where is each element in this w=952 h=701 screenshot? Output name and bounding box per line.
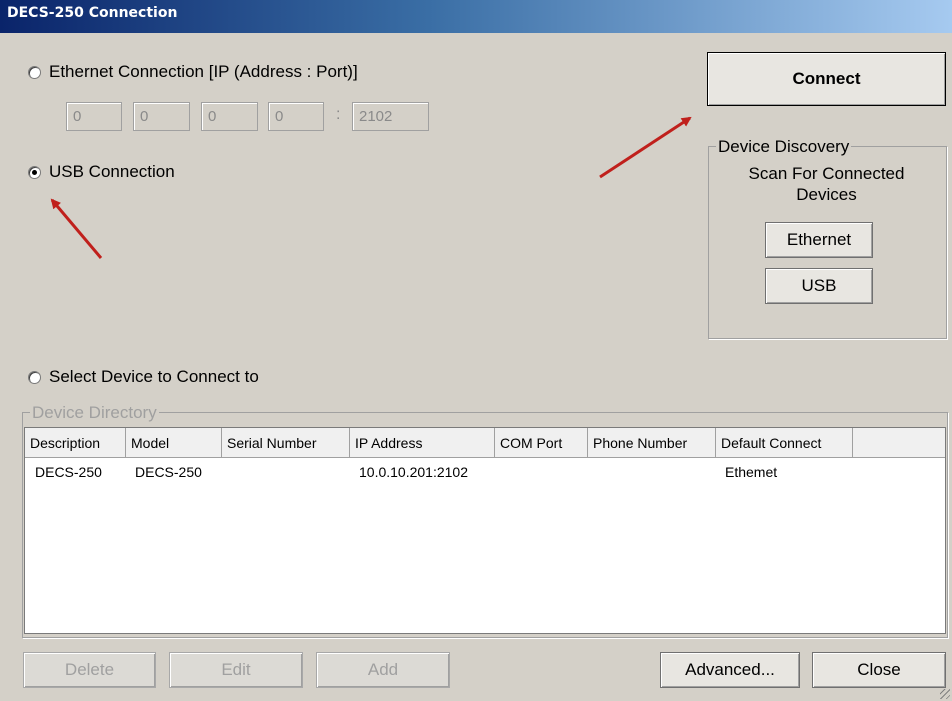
- connection-dialog: DECS-250 Connection Ethernet Connection …: [0, 0, 952, 701]
- annotation-arrow-usb: [50, 198, 103, 259]
- annotation-arrow-connect: [599, 116, 692, 179]
- annotation-arrows: [50, 116, 692, 259]
